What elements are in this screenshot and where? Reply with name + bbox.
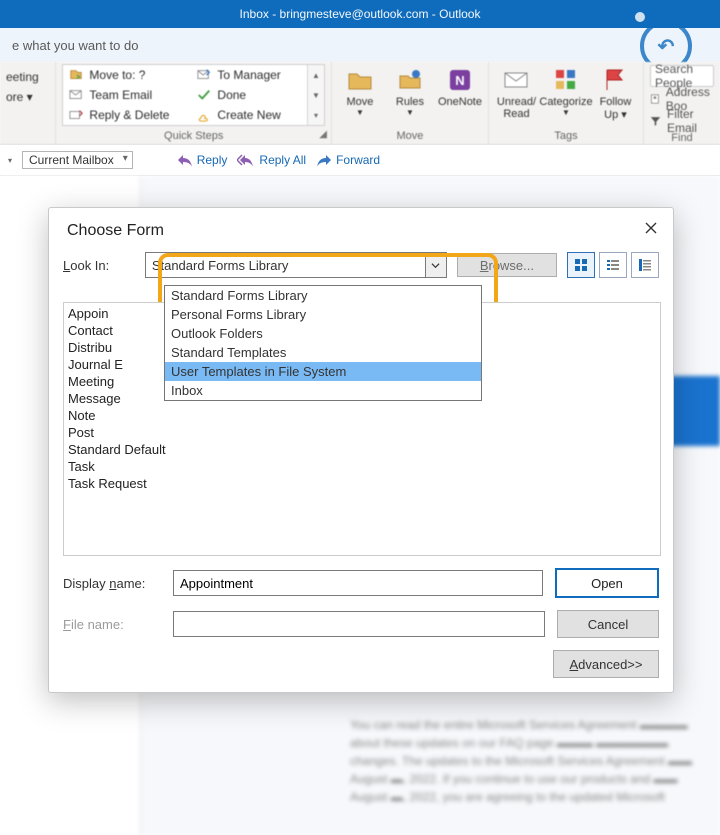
look-in-dropdown[interactable]: Standard Forms Library — [145, 252, 447, 278]
choose-form-dialog: Choose Form Look In: Standard Forms Libr… — [48, 207, 674, 693]
close-button[interactable] — [637, 216, 665, 240]
file-name-label: File name: — [63, 617, 161, 632]
modal-overlay: Choose Form Look In: Standard Forms Libr… — [0, 0, 720, 835]
dd-option-user-templates[interactable]: User Templates in File System — [165, 362, 481, 381]
look-in-value: Standard Forms Library — [146, 258, 425, 273]
look-in-label: Look In: — [63, 258, 135, 273]
advanced-button[interactable]: Advanced>> — [553, 650, 659, 678]
file-name-input[interactable] — [173, 611, 545, 637]
list-item[interactable]: Note — [64, 407, 660, 424]
list-item[interactable]: Task Request — [64, 475, 660, 492]
dd-option-outlook-folders[interactable]: Outlook Folders — [165, 324, 481, 343]
list-item[interactable]: Task — [64, 458, 660, 475]
dd-option-inbox[interactable]: Inbox — [165, 381, 481, 400]
dd-option-standard-templates[interactable]: Standard Templates — [165, 343, 481, 362]
view-details[interactable] — [631, 252, 659, 278]
view-large-icons[interactable] — [567, 252, 595, 278]
display-name-label: Display name: — [63, 576, 161, 591]
details-icon — [638, 258, 652, 272]
list-item[interactable]: Standard Default — [64, 441, 660, 458]
browse-button: Browse... — [457, 253, 557, 277]
list-item[interactable]: Post — [64, 424, 660, 441]
dialog-title: Choose Form — [49, 208, 673, 250]
dd-option-standard-forms[interactable]: Standard Forms Library — [165, 286, 481, 305]
cancel-button[interactable]: Cancel — [557, 610, 659, 638]
view-list[interactable] — [599, 252, 627, 278]
grid-icon — [574, 258, 588, 272]
display-name-input[interactable] — [173, 570, 543, 596]
close-icon — [645, 222, 657, 234]
dropdown-toggle[interactable] — [425, 253, 446, 277]
open-button[interactable]: Open — [555, 568, 659, 598]
look-in-options[interactable]: Standard Forms Library Personal Forms Li… — [164, 285, 482, 401]
list-icon — [606, 258, 620, 272]
chevron-down-icon — [431, 261, 440, 270]
dd-option-personal-forms[interactable]: Personal Forms Library — [165, 305, 481, 324]
